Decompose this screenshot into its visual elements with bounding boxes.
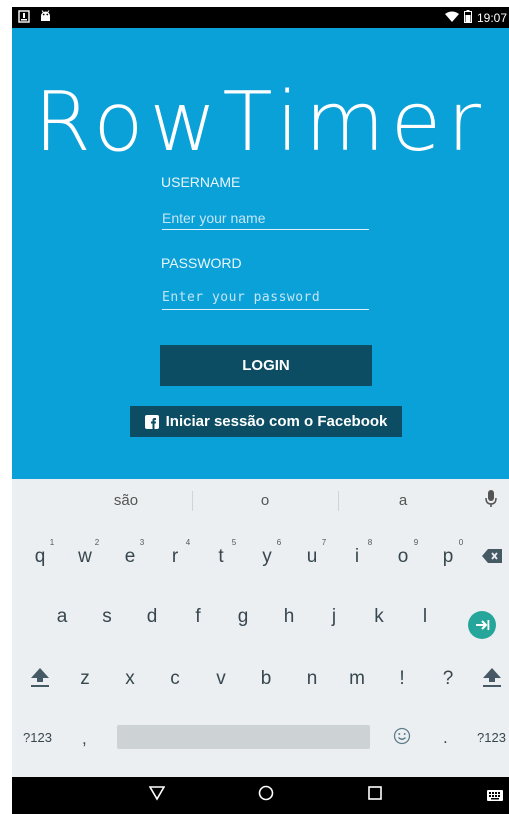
username-label: USERNAME: [161, 174, 241, 190]
key-e[interactable]: e: [115, 546, 145, 568]
suggestion-divider: [338, 491, 339, 511]
facebook-icon: [144, 414, 159, 429]
key-l[interactable]: l: [410, 606, 440, 628]
key-f[interactable]: f: [183, 606, 213, 628]
suggestion-item[interactable]: a: [353, 492, 453, 509]
key-r[interactable]: r: [160, 546, 190, 568]
navigation-bar: [12, 777, 509, 814]
status-bar: 19:07: [12, 7, 509, 28]
key-p[interactable]: p: [433, 546, 463, 568]
emoji-icon[interactable]: [393, 727, 411, 750]
shift-icon[interactable]: [482, 666, 502, 693]
key-d[interactable]: d: [137, 606, 167, 628]
key-y[interactable]: y: [252, 546, 282, 568]
key-k[interactable]: k: [364, 606, 394, 628]
keyboard-icon[interactable]: [487, 789, 503, 807]
key-area: 1 q 2 w 3 e 4 r 5 t 6 y 7 u 8 i 9 o 0 p …: [12, 523, 509, 777]
key-j[interactable]: j: [319, 606, 349, 628]
key-o[interactable]: o: [388, 546, 418, 568]
period-key[interactable]: .: [443, 728, 448, 748]
suggestion-divider: [192, 491, 193, 511]
app-logo: RowTimer: [34, 75, 487, 170]
key-z[interactable]: z: [70, 668, 100, 690]
notification-icon: [18, 10, 30, 23]
password-label: PASSWORD: [161, 255, 242, 271]
key-m[interactable]: m: [342, 668, 372, 690]
key-s[interactable]: s: [92, 606, 122, 628]
key-c[interactable]: c: [160, 668, 190, 690]
key-x[interactable]: x: [115, 668, 145, 690]
key-g[interactable]: g: [228, 606, 258, 628]
status-time: 19:07: [476, 11, 507, 25]
key-q[interactable]: q: [25, 546, 55, 568]
android-icon: [39, 10, 51, 23]
shift-icon[interactable]: [30, 666, 50, 693]
key-a[interactable]: a: [47, 606, 77, 628]
suggestion-item[interactable]: são: [76, 492, 176, 509]
recents-icon[interactable]: [367, 785, 383, 806]
symbols-key[interactable]: ?123: [23, 730, 52, 745]
key-h[interactable]: h: [274, 606, 304, 628]
password-input[interactable]: [162, 286, 369, 310]
key-n[interactable]: n: [297, 668, 327, 690]
battery-icon: [463, 10, 472, 26]
backspace-icon[interactable]: [482, 549, 502, 568]
back-icon[interactable]: [148, 785, 166, 806]
symbols-key[interactable]: ?123: [477, 730, 506, 745]
home-icon[interactable]: [258, 785, 274, 806]
suggestion-bar: são o a: [12, 479, 509, 523]
key-t[interactable]: t: [206, 546, 236, 568]
facebook-login-button[interactable]: Iniciar sessão com o Facebook: [130, 406, 402, 437]
key-exclamation[interactable]: !: [387, 668, 417, 690]
device-screen: 19:07 RowTimer USERNAME PASSWORD LOGIN I…: [12, 7, 509, 814]
login-button[interactable]: LOGIN: [160, 345, 372, 386]
key-v[interactable]: v: [206, 668, 236, 690]
key-question[interactable]: ?: [433, 668, 463, 690]
username-input[interactable]: [162, 206, 369, 230]
login-screen: RowTimer USERNAME PASSWORD LOGIN Iniciar…: [12, 28, 509, 479]
wifi-icon: [444, 11, 459, 26]
comma-key[interactable]: ,: [82, 729, 87, 749]
space-bar[interactable]: [117, 725, 370, 749]
go-key[interactable]: [468, 611, 496, 639]
go-icon: [476, 620, 490, 630]
microphone-icon[interactable]: [485, 490, 497, 513]
key-u[interactable]: u: [297, 546, 327, 568]
suggestion-item[interactable]: o: [215, 492, 315, 509]
soft-keyboard: são o a 1 q 2 w 3 e 4 r 5 t 6 y 7 u 8 i …: [12, 479, 509, 777]
key-i[interactable]: i: [342, 546, 372, 568]
key-b[interactable]: b: [251, 668, 281, 690]
facebook-login-label: Iniciar sessão com o Facebook: [165, 413, 388, 430]
key-w[interactable]: w: [70, 546, 100, 568]
